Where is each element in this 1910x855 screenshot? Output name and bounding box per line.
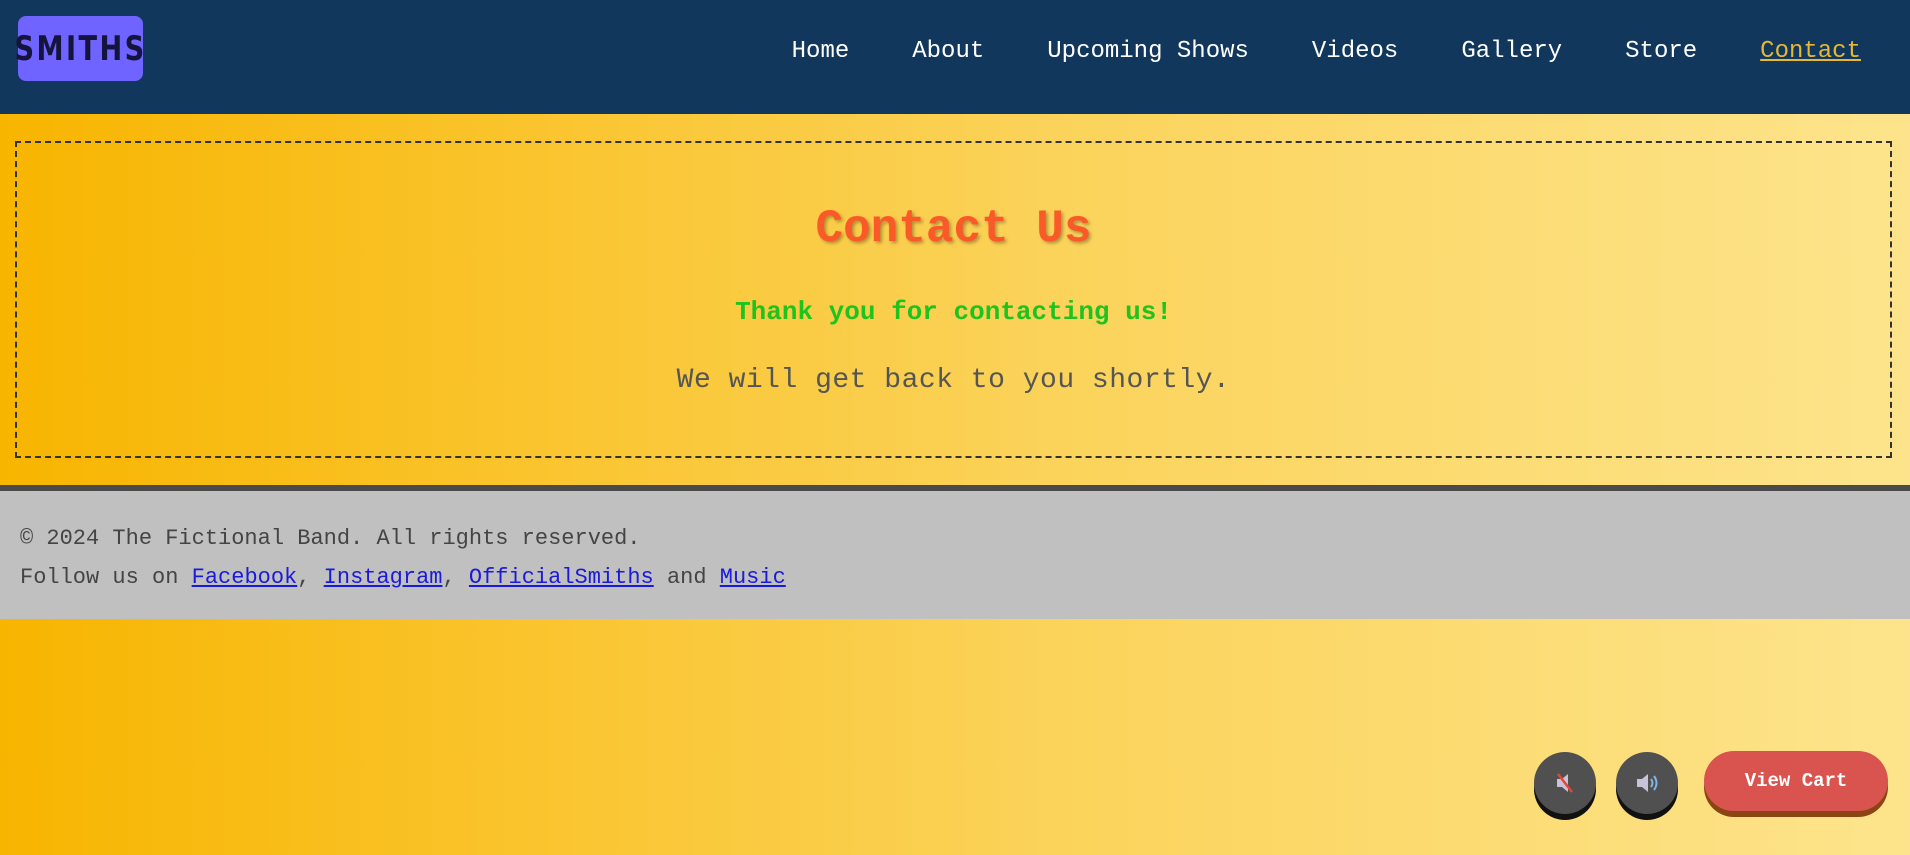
nav-upcoming-shows[interactable]: Upcoming Shows <box>1047 36 1249 68</box>
main-nav: Home About Upcoming Shows Videos Gallery… <box>729 36 1861 68</box>
follow-up-message: We will get back to you shortly. <box>676 365 1231 396</box>
official-smiths-link[interactable]: OfficialSmiths <box>469 565 654 590</box>
nav-videos[interactable]: Videos <box>1312 36 1398 68</box>
instagram-link[interactable]: Instagram <box>324 565 443 590</box>
and-separator: and <box>666 565 707 590</box>
nav-gallery[interactable]: Gallery <box>1461 36 1562 68</box>
facebook-link[interactable]: Facebook <box>192 565 298 590</box>
nav-home[interactable]: Home <box>792 36 850 68</box>
nav-store[interactable]: Store <box>1625 36 1697 68</box>
nav-contact[interactable]: Contact <box>1760 36 1861 68</box>
mute-icon <box>1557 773 1573 793</box>
comma-separator: , <box>442 565 456 590</box>
sound-on-icon <box>1637 774 1658 792</box>
thank-you-message: Thank you for contacting us! <box>735 297 1172 327</box>
site-footer: © 2024 The Fictional Band. All rights re… <box>0 485 1910 619</box>
music-link[interactable]: Music <box>720 565 786 590</box>
view-cart-button[interactable]: View Cart <box>1704 751 1888 811</box>
copyright-text: © 2024 The Fictional Band. All rights re… <box>20 526 641 551</box>
mute-button[interactable] <box>1534 752 1596 814</box>
social-links-line: Follow us on Facebook, Instagram, Offici… <box>20 565 786 590</box>
site-header: SMITHS Home About Upcoming Shows Videos … <box>0 0 1910 114</box>
follow-prefix: Follow us on <box>20 565 179 590</box>
comma-separator: , <box>297 565 311 590</box>
nav-about[interactable]: About <box>912 36 984 68</box>
logo-text: SMITHS <box>14 28 147 69</box>
sound-on-button[interactable] <box>1616 752 1678 814</box>
page-title: Contact Us <box>815 203 1092 255</box>
band-logo[interactable]: SMITHS <box>14 16 144 81</box>
contact-confirmation-box: Contact Us Thank you for contacting us! … <box>15 141 1892 458</box>
